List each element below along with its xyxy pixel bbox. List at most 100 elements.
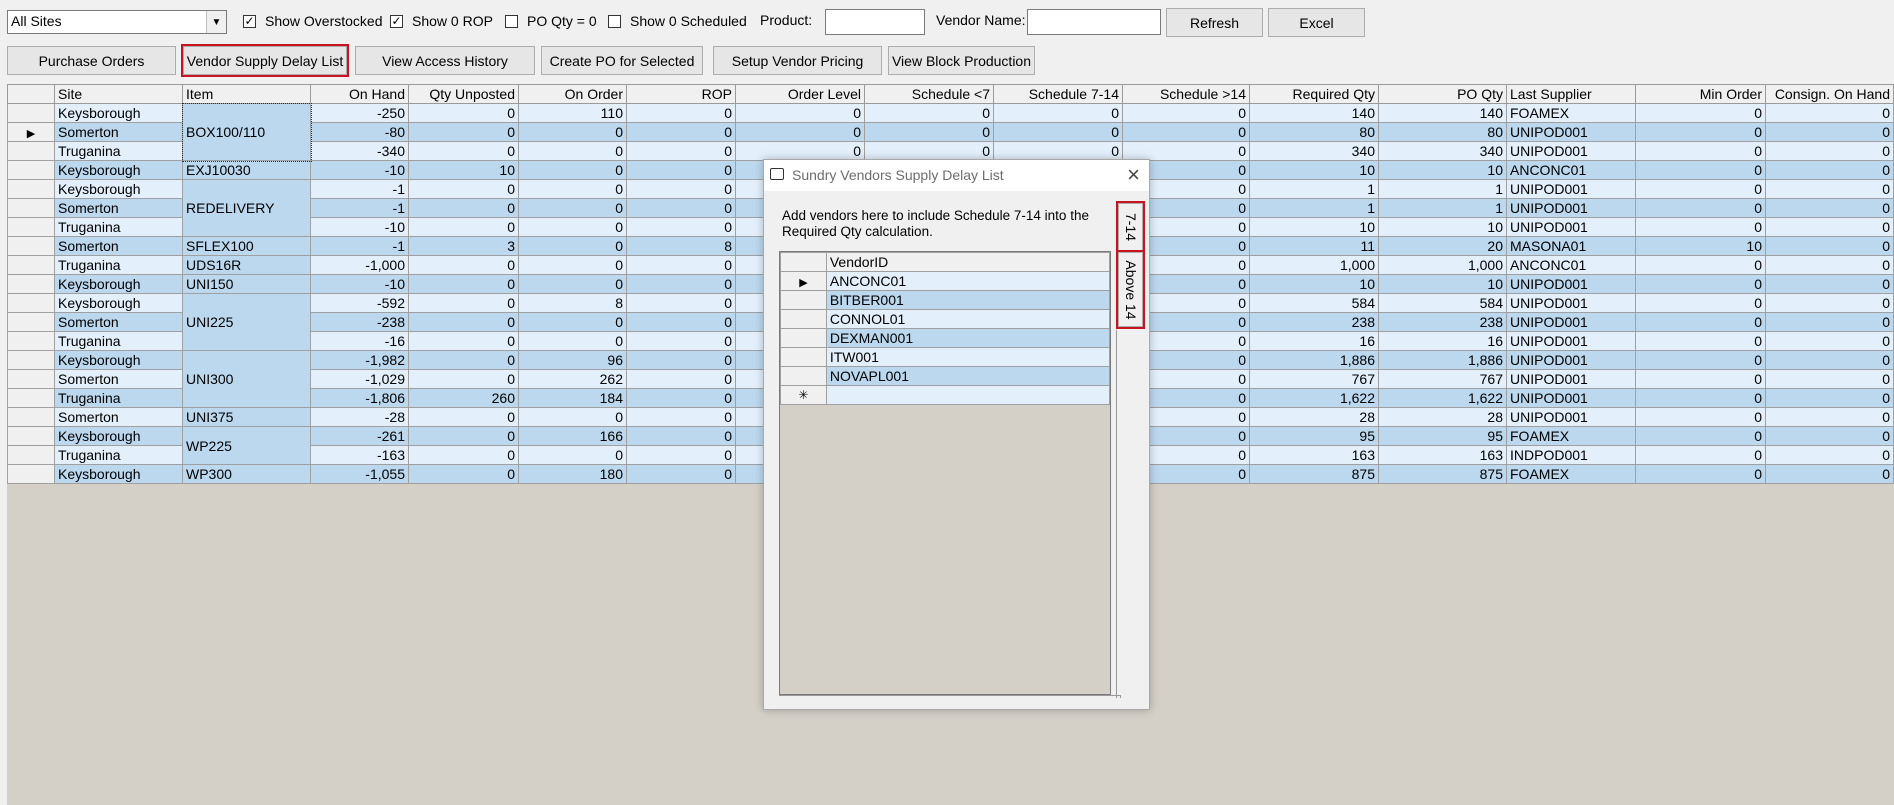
value-cell[interactable]: 163 xyxy=(1378,445,1507,465)
value-cell[interactable]: -1,029 xyxy=(310,369,409,389)
show-zero-rop-checkbox[interactable]: ✓ xyxy=(390,15,403,28)
site-cell[interactable]: Somerton xyxy=(54,369,183,389)
value-cell[interactable]: 80 xyxy=(1378,122,1507,142)
row-selector[interactable] xyxy=(780,328,827,348)
row-selector[interactable] xyxy=(780,309,827,329)
value-cell[interactable]: 0 xyxy=(1635,160,1766,180)
chevron-down-icon[interactable]: ▼ xyxy=(206,11,226,33)
value-cell[interactable]: 0 xyxy=(408,141,519,161)
vendor-row[interactable]: NOVAPL001 xyxy=(780,366,1110,386)
item-cell[interactable]: UDS16R xyxy=(182,255,311,275)
value-cell[interactable]: -1,000 xyxy=(310,255,409,275)
value-cell[interactable]: 0 xyxy=(1765,407,1894,427)
site-cell[interactable]: Keysborough xyxy=(54,103,183,123)
value-cell[interactable]: 8 xyxy=(626,236,736,256)
row-selector[interactable] xyxy=(7,274,55,294)
value-cell[interactable]: 0 xyxy=(626,274,736,294)
tab-7-14[interactable]: 7-14 xyxy=(1116,201,1145,253)
value-cell[interactable]: 0 xyxy=(626,198,736,218)
supplier-cell[interactable]: UNIPOD001 xyxy=(1506,179,1636,199)
value-cell[interactable]: 0 xyxy=(1635,141,1766,161)
column-header[interactable]: Min Order xyxy=(1635,84,1766,104)
value-cell[interactable]: 0 xyxy=(1765,350,1894,370)
value-cell[interactable]: 0 xyxy=(1635,426,1766,446)
row-selector[interactable] xyxy=(7,331,55,351)
column-header[interactable]: Consign. On Hand xyxy=(1765,84,1894,104)
value-cell[interactable]: -10 xyxy=(310,217,409,237)
row-selector[interactable] xyxy=(7,103,55,123)
value-cell[interactable]: 0 xyxy=(518,141,627,161)
value-cell[interactable]: 0 xyxy=(408,179,519,199)
column-header[interactable]: Qty Unposted xyxy=(408,84,519,104)
supplier-cell[interactable]: FOAMEX xyxy=(1506,426,1636,446)
value-cell[interactable]: -1 xyxy=(310,236,409,256)
row-selector[interactable] xyxy=(7,407,55,427)
value-cell[interactable]: 0 xyxy=(1765,331,1894,351)
item-cell[interactable]: BOX100/110 xyxy=(181,102,312,162)
item-cell[interactable]: UNI300 xyxy=(182,350,311,408)
row-selector[interactable] xyxy=(780,366,827,386)
value-cell[interactable]: -1,806 xyxy=(310,388,409,408)
value-cell[interactable]: 0 xyxy=(408,274,519,294)
value-cell[interactable]: -28 xyxy=(310,407,409,427)
supplier-cell[interactable]: FOAMEX xyxy=(1506,103,1636,123)
value-cell[interactable]: 0 xyxy=(1635,312,1766,332)
value-cell[interactable]: 184 xyxy=(518,388,627,408)
close-icon[interactable]: × xyxy=(1127,162,1140,188)
value-cell[interactable]: 0 xyxy=(408,445,519,465)
supplier-cell[interactable]: FOAMEX xyxy=(1506,464,1636,484)
value-cell[interactable]: 0 xyxy=(864,122,994,142)
value-cell[interactable]: 0 xyxy=(518,122,627,142)
value-cell[interactable]: 0 xyxy=(408,426,519,446)
value-cell[interactable]: 0 xyxy=(408,331,519,351)
value-cell[interactable]: 0 xyxy=(993,141,1123,161)
vendorid-column-header[interactable]: VendorID xyxy=(825,252,1110,272)
value-cell[interactable]: 140 xyxy=(1249,103,1379,123)
value-cell[interactable]: 1,622 xyxy=(1249,388,1379,408)
vendor-supply-delay-list-button[interactable]: Vendor Supply Delay List xyxy=(181,44,349,77)
value-cell[interactable]: 875 xyxy=(1378,464,1507,484)
value-cell[interactable]: 0 xyxy=(1765,236,1894,256)
supplier-cell[interactable]: UNIPOD001 xyxy=(1506,217,1636,237)
value-cell[interactable]: 0 xyxy=(864,103,994,123)
value-cell[interactable]: 0 xyxy=(1635,103,1766,123)
vendor-grid[interactable]: VendorID ▶ ANCONC01 BITBER001 CONNOL01 DEXMA… xyxy=(779,251,1111,695)
value-cell[interactable]: 0 xyxy=(1765,198,1894,218)
column-header[interactable]: ROP xyxy=(626,84,736,104)
row-selector[interactable] xyxy=(7,236,55,256)
value-cell[interactable]: 0 xyxy=(626,388,736,408)
value-cell[interactable]: 584 xyxy=(1249,293,1379,313)
value-cell[interactable]: -592 xyxy=(310,293,409,313)
row-selector[interactable] xyxy=(7,198,55,218)
vendorid-cell[interactable]: ITW001 xyxy=(825,347,1110,367)
value-cell[interactable]: 0 xyxy=(735,141,865,161)
value-cell[interactable]: 262 xyxy=(518,369,627,389)
site-select[interactable]: All Sites ▼ xyxy=(7,10,227,34)
value-cell[interactable]: -261 xyxy=(310,426,409,446)
vendorid-cell[interactable]: BITBER001 xyxy=(825,290,1110,310)
value-cell[interactable]: 0 xyxy=(1122,141,1250,161)
value-cell[interactable]: 10 xyxy=(1249,160,1379,180)
value-cell[interactable]: 16 xyxy=(1249,331,1379,351)
value-cell[interactable]: 0 xyxy=(626,141,736,161)
value-cell[interactable]: 0 xyxy=(1635,179,1766,199)
value-cell[interactable]: 1,622 xyxy=(1378,388,1507,408)
value-cell[interactable]: 3 xyxy=(408,236,519,256)
vendorid-cell[interactable]: ANCONC01 xyxy=(825,271,1110,291)
item-cell[interactable]: EXJ10030 xyxy=(182,160,311,180)
value-cell[interactable]: 0 xyxy=(626,217,736,237)
column-header[interactable]: Site xyxy=(54,84,183,104)
product-input[interactable] xyxy=(825,9,925,35)
value-cell[interactable]: 0 xyxy=(1635,274,1766,294)
value-cell[interactable]: 0 xyxy=(626,160,736,180)
site-cell[interactable]: Somerton xyxy=(54,407,183,427)
value-cell[interactable]: 163 xyxy=(1249,445,1379,465)
site-cell[interactable]: Keysborough xyxy=(54,179,183,199)
supplier-cell[interactable]: UNIPOD001 xyxy=(1506,293,1636,313)
supplier-cell[interactable]: UNIPOD001 xyxy=(1506,388,1636,408)
row-selector[interactable] xyxy=(7,141,55,161)
table-row[interactable]: Keysborough BOX100/110 -250 0 110 0 0 0 0 0 140 140… xyxy=(7,102,1894,162)
value-cell[interactable]: 10 xyxy=(1249,274,1379,294)
site-cell[interactable]: Truganina xyxy=(54,141,183,161)
value-cell[interactable]: 238 xyxy=(1378,312,1507,332)
